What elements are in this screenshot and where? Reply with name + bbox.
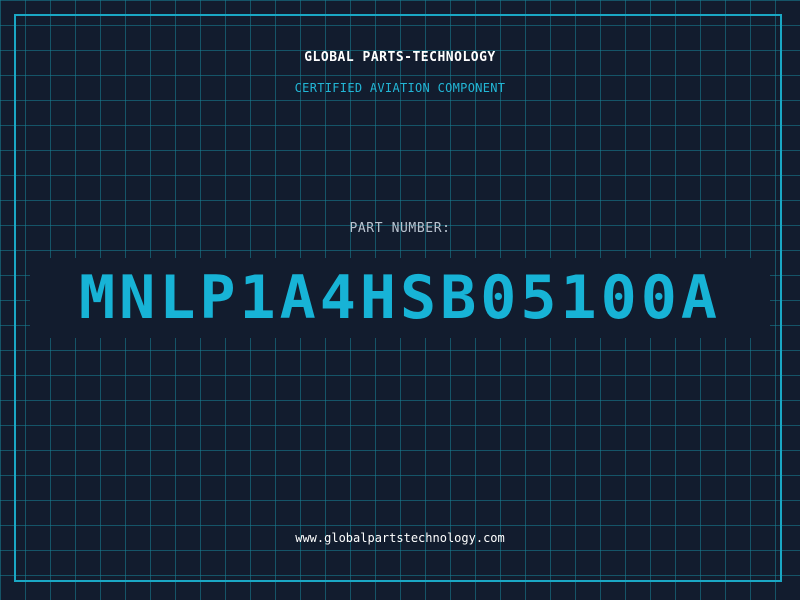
part-number-label: PART NUMBER: xyxy=(349,221,451,236)
part-number-value: MNLP1A4HSB05100A xyxy=(79,263,721,333)
part-label-card: GLOBAL PARTS-TECHNOLOGY CERTIFIED AVIATI… xyxy=(0,0,800,600)
brand-name: GLOBAL PARTS-TECHNOLOGY xyxy=(304,50,496,65)
certification-tagline: CERTIFIED AVIATION COMPONENT xyxy=(294,81,506,95)
website-url: www.globalpartstechnology.com xyxy=(295,531,505,545)
